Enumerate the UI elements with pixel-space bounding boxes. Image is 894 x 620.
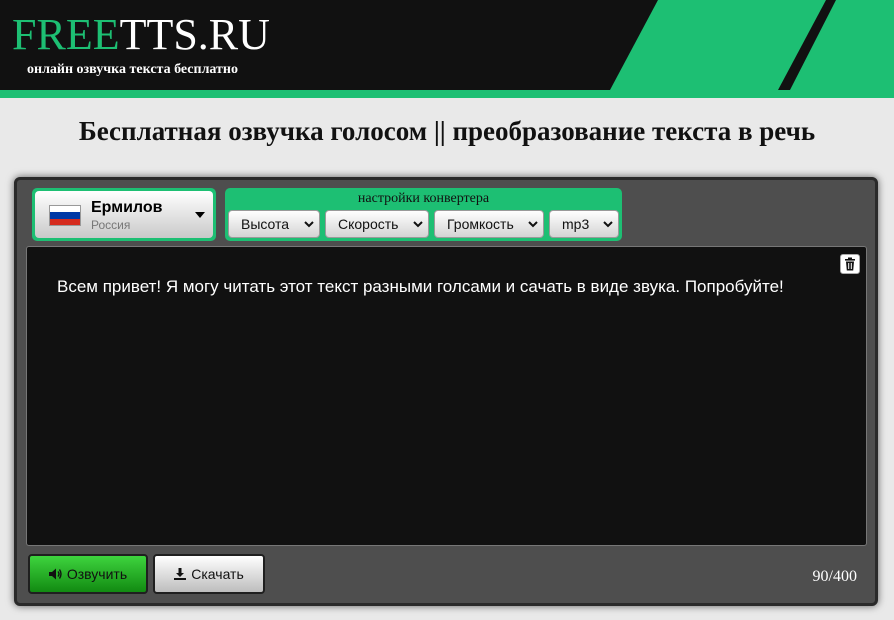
logo-tts: TTS.RU xyxy=(119,10,270,59)
header-stripe xyxy=(0,90,894,98)
speak-label: Озвучить xyxy=(66,566,128,582)
chevron-down-icon xyxy=(304,221,314,228)
speed-select-value: Скорость xyxy=(338,216,399,232)
site-header: FREETTS.RU онлайн озвучка текста бесплат… xyxy=(0,0,894,90)
converter-settings: настройки конвертера Высота Скорость Гро… xyxy=(225,188,622,241)
voice-selector: Ермилов Россия xyxy=(32,188,216,241)
clear-text-button[interactable] xyxy=(840,254,860,274)
site-logo[interactable]: FREETTS.RU xyxy=(12,12,270,58)
page-title: Бесплатная озвучка голосом || преобразов… xyxy=(78,116,816,146)
char-counter: 90/400 xyxy=(812,568,857,585)
site-tagline: онлайн озвучка текста бесплатно xyxy=(27,62,238,77)
speak-button[interactable]: Озвучить xyxy=(28,554,148,594)
chevron-down-icon xyxy=(528,221,538,228)
caret-down-icon xyxy=(195,212,205,218)
voice-dropdown[interactable]: Ермилов Россия xyxy=(35,191,213,238)
download-label: Скачать xyxy=(191,566,244,582)
volume-select[interactable]: Громкость xyxy=(434,210,544,238)
settings-title: настройки конвертера xyxy=(357,191,490,206)
format-select[interactable]: mp3 xyxy=(549,210,619,238)
converter-panel: Ермилов Россия настройки конвертера Высо… xyxy=(14,177,878,606)
pitch-select-value: Высота xyxy=(241,216,290,232)
logo-free: FREE xyxy=(12,10,120,59)
download-icon xyxy=(174,568,187,580)
format-select-value: mp3 xyxy=(562,216,590,232)
chevron-down-icon xyxy=(413,221,423,228)
trash-icon xyxy=(845,257,855,271)
pitch-select[interactable]: Высота xyxy=(228,210,320,238)
voice-name: Ермилов xyxy=(91,199,163,216)
russia-flag-icon xyxy=(49,205,81,226)
voice-country: Россия xyxy=(91,218,131,232)
speed-select[interactable]: Скорость xyxy=(325,210,429,238)
editor-text[interactable]: Всем привет! Я могу читать этот текст ра… xyxy=(57,277,847,297)
volume-icon xyxy=(48,568,62,580)
header-decoration xyxy=(610,0,894,90)
chevron-down-icon xyxy=(603,221,613,228)
text-editor[interactable]: Всем привет! Я могу читать этот текст ра… xyxy=(26,246,867,546)
download-button[interactable]: Скачать xyxy=(153,554,265,594)
volume-select-value: Громкость xyxy=(447,216,514,232)
